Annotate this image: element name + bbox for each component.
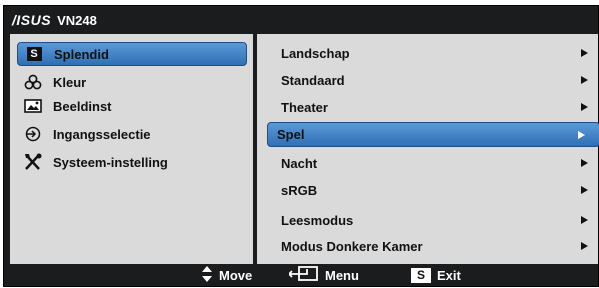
move-label: Move bbox=[219, 267, 253, 283]
exit-label: Exit bbox=[437, 267, 461, 283]
chevron-right-icon bbox=[581, 103, 588, 111]
main-menu-panel: S Splendid Kleur Beeldinst Ingangsselect… bbox=[10, 34, 253, 264]
chevron-right-icon bbox=[581, 159, 588, 167]
input-icon bbox=[23, 125, 43, 143]
menu-enter-icon bbox=[287, 265, 319, 285]
up-down-arrows-icon bbox=[201, 265, 213, 286]
title-bar: /ISUS VN248 bbox=[4, 6, 598, 34]
menu-item-beeldinst[interactable]: Beeldinst bbox=[17, 94, 247, 118]
submenu-item-landschap[interactable]: Landschap bbox=[272, 42, 599, 64]
submenu-item-label: Modus Donkere Kamer bbox=[281, 238, 423, 254]
submenu-item-label: Theater bbox=[281, 99, 328, 115]
submenu-item-nacht[interactable]: Nacht bbox=[272, 152, 599, 174]
menu-item-label: Splendid bbox=[54, 46, 109, 62]
menu-label: Menu bbox=[325, 267, 359, 283]
submenu-item-leesmodus[interactable]: Leesmodus bbox=[272, 209, 599, 231]
submenu-item-label: Nacht bbox=[281, 155, 318, 171]
submenu-item-label: Standaard bbox=[281, 72, 345, 88]
submenu-panel: Landschap Standaard Theater Spel Nacht s… bbox=[257, 34, 599, 264]
submenu-item-label: sRGB bbox=[281, 182, 318, 198]
menu-item-label: Kleur bbox=[53, 74, 87, 90]
chevron-right-icon bbox=[581, 49, 588, 57]
move-hint[interactable]: Move bbox=[201, 264, 252, 286]
submenu-item-theater[interactable]: Theater bbox=[272, 96, 599, 118]
tools-icon bbox=[23, 153, 43, 171]
submenu-item-modus-donkere-kamer[interactable]: Modus Donkere Kamer bbox=[272, 235, 599, 257]
menu-item-label: Systeem-instelling bbox=[53, 154, 168, 170]
splendid-s-icon: S bbox=[24, 45, 44, 63]
menu-item-label: Ingangsselectie bbox=[53, 126, 151, 142]
chevron-right-icon bbox=[581, 76, 588, 84]
asus-logo: /ISUS bbox=[12, 12, 52, 28]
exit-key-icon: S bbox=[411, 267, 431, 283]
submenu-item-spel[interactable]: Spel bbox=[267, 122, 599, 147]
menu-item-kleur[interactable]: Kleur bbox=[17, 70, 247, 94]
menu-item-label: Beeldinst bbox=[53, 98, 112, 114]
menu-item-systeem-instelling[interactable]: Systeem-instelling bbox=[17, 150, 247, 174]
submenu-item-label: Landschap bbox=[281, 45, 350, 61]
footer-bar: Move Menu S Exit bbox=[4, 264, 598, 286]
submenu-item-label: Leesmodus bbox=[281, 212, 354, 228]
menu-item-splendid[interactable]: S Splendid bbox=[17, 42, 247, 66]
osd-window: /ISUS VN248 S Splendid Kleur Beeldinst I… bbox=[3, 5, 599, 287]
exit-hint[interactable]: S Exit bbox=[411, 264, 461, 286]
chevron-right-icon bbox=[581, 216, 588, 224]
submenu-item-label: Spel bbox=[277, 127, 305, 142]
color-icon bbox=[23, 73, 43, 91]
submenu-item-srgb[interactable]: sRGB bbox=[272, 179, 599, 201]
splendid-key: S bbox=[26, 47, 42, 61]
menu-hint[interactable]: Menu bbox=[287, 264, 359, 286]
chevron-right-icon bbox=[581, 186, 588, 194]
model-name: VN248 bbox=[57, 12, 97, 28]
image-icon bbox=[23, 97, 43, 115]
chevron-right-icon bbox=[578, 130, 585, 139]
submenu-item-standaard[interactable]: Standaard bbox=[272, 69, 599, 91]
menu-item-ingangsselectie[interactable]: Ingangsselectie bbox=[17, 122, 247, 146]
chevron-right-icon bbox=[581, 242, 588, 250]
